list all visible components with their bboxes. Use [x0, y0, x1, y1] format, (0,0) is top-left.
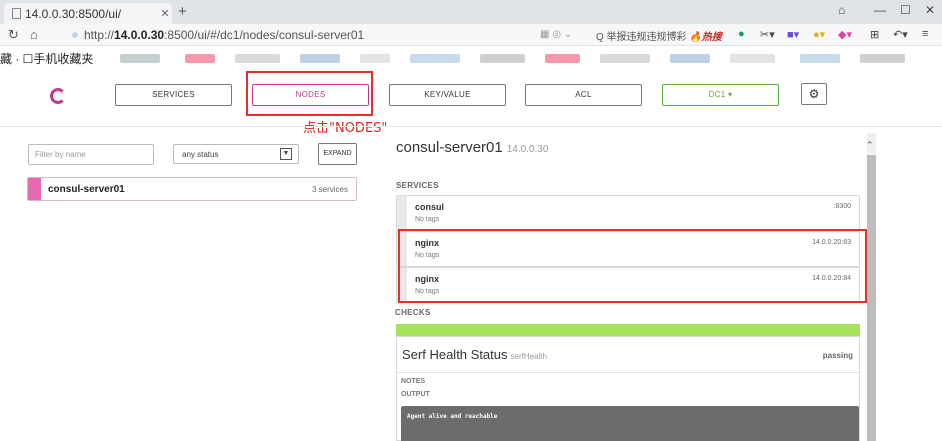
- nav-keyvalue-button[interactable]: KEY/VALUE: [389, 84, 506, 106]
- expand-button[interactable]: EXPAND: [318, 143, 357, 165]
- undo-icon[interactable]: ↶▾: [893, 28, 908, 41]
- consul-logo-dots: ⁘: [59, 92, 65, 98]
- node-name: consul-server01: [48, 184, 125, 195]
- chevron-down-icon: ▼: [280, 148, 292, 160]
- check-title: Serf Health Status serfHealth: [402, 347, 547, 362]
- service-tags: No tags: [415, 216, 440, 223]
- check-output-text: Agent alive and reachable: [407, 413, 498, 420]
- check-notes-label: NOTES: [401, 378, 426, 385]
- datacenter-dropdown[interactable]: DC1 ▾: [662, 84, 779, 106]
- settings-gear-icon[interactable]: ⚙: [801, 83, 827, 105]
- node-service-count: 3 services: [311, 185, 348, 194]
- home-icon[interactable]: ⌂: [30, 27, 38, 42]
- service-address: :8300: [833, 203, 851, 210]
- highlight-nginx-box: [398, 229, 867, 303]
- coupon-icon[interactable]: ●▾: [813, 28, 825, 41]
- nav-acl-button[interactable]: ACL: [525, 84, 642, 106]
- page-icon: [12, 8, 21, 19]
- search-box[interactable]: Q 举报违规违规博彩 🔥热搜: [596, 28, 722, 43]
- node-detail-name: consul-server01: [396, 139, 503, 156]
- restore-tabs-icon[interactable]: ⌂: [838, 3, 845, 17]
- cut-icon[interactable]: ✂▾: [760, 28, 775, 41]
- scroll-up-icon[interactable]: ⌃: [866, 140, 874, 151]
- check-card: Serf Health Status serfHealth passing NOT…: [396, 336, 860, 441]
- game-icon[interactable]: ◆▾: [838, 28, 852, 41]
- tab-title: 14.0.0.30:8500/ui/: [25, 6, 122, 21]
- check-name: Serf Health Status: [402, 347, 508, 362]
- node-detail-title: consul-server01 14.0.0.30: [396, 139, 548, 156]
- bookmark-mobile-favorites[interactable]: 藏 · ☐手机收藏夹: [0, 50, 93, 67]
- maximize-icon[interactable]: ☐: [900, 3, 911, 17]
- scrollbar-thumb[interactable]: [867, 155, 876, 441]
- node-status-bar: [28, 178, 41, 200]
- address-bar: ↻ ⌂ http://14.0.0.30:8500/ui/#/dc1/nodes…: [0, 24, 942, 46]
- service-name: consul: [415, 202, 445, 212]
- check-output-box: Agent alive and reachable: [401, 406, 859, 441]
- checks-section-label: CHECKS: [395, 308, 431, 317]
- close-icon[interactable]: ✕: [158, 7, 172, 20]
- grid-icon[interactable]: ⊞: [870, 28, 879, 41]
- status-select[interactable]: any status ▼: [173, 144, 299, 164]
- bookmarks-bar: 藏 · ☐手机收藏夹: [0, 47, 942, 69]
- page-tools-icon[interactable]: ▦ ◎ ⌄: [540, 29, 572, 40]
- status-select-value: any status: [182, 150, 219, 159]
- check-id: serfHealth: [510, 352, 547, 361]
- check-status-bar: [396, 324, 860, 336]
- browser-tab[interactable]: 14.0.0.30:8500/ui/ ✕: [4, 3, 172, 24]
- consul-header: ⁘ SERVICES NODES KEY/VALUE ACL DC1 ▾ ⚙: [0, 70, 942, 125]
- browser-tab-bar: 14.0.0.30:8500/ui/ ✕ + ⌂ — ☐ ✕: [0, 0, 942, 24]
- service-item[interactable]: consul No tags :8300: [396, 195, 860, 231]
- node-list-item[interactable]: consul-server01 3 services: [27, 177, 357, 201]
- filter-by-name-input[interactable]: Filter by name: [28, 144, 154, 165]
- window-close-icon[interactable]: ✕: [925, 3, 935, 17]
- services-section-label: SERVICES: [396, 181, 439, 190]
- minimize-icon[interactable]: —: [874, 3, 886, 17]
- highlight-nodes-box: [246, 71, 373, 116]
- check-output-label: OUTPUT: [401, 391, 430, 398]
- refresh-icon[interactable]: ↻: [8, 27, 19, 43]
- nav-services-button[interactable]: SERVICES: [115, 84, 232, 106]
- app-icon[interactable]: ■▾: [787, 28, 799, 41]
- site-info-icon[interactable]: [72, 32, 78, 38]
- new-tab-icon[interactable]: +: [178, 3, 187, 20]
- check-status: passing: [822, 351, 853, 360]
- extension-icon[interactable]: ●: [738, 28, 745, 40]
- node-detail-ip: 14.0.0.30: [506, 144, 549, 155]
- url-field[interactable]: http://14.0.0.30:8500/ui/#/dc1/nodes/con…: [84, 28, 364, 42]
- menu-icon[interactable]: ≡: [922, 28, 928, 40]
